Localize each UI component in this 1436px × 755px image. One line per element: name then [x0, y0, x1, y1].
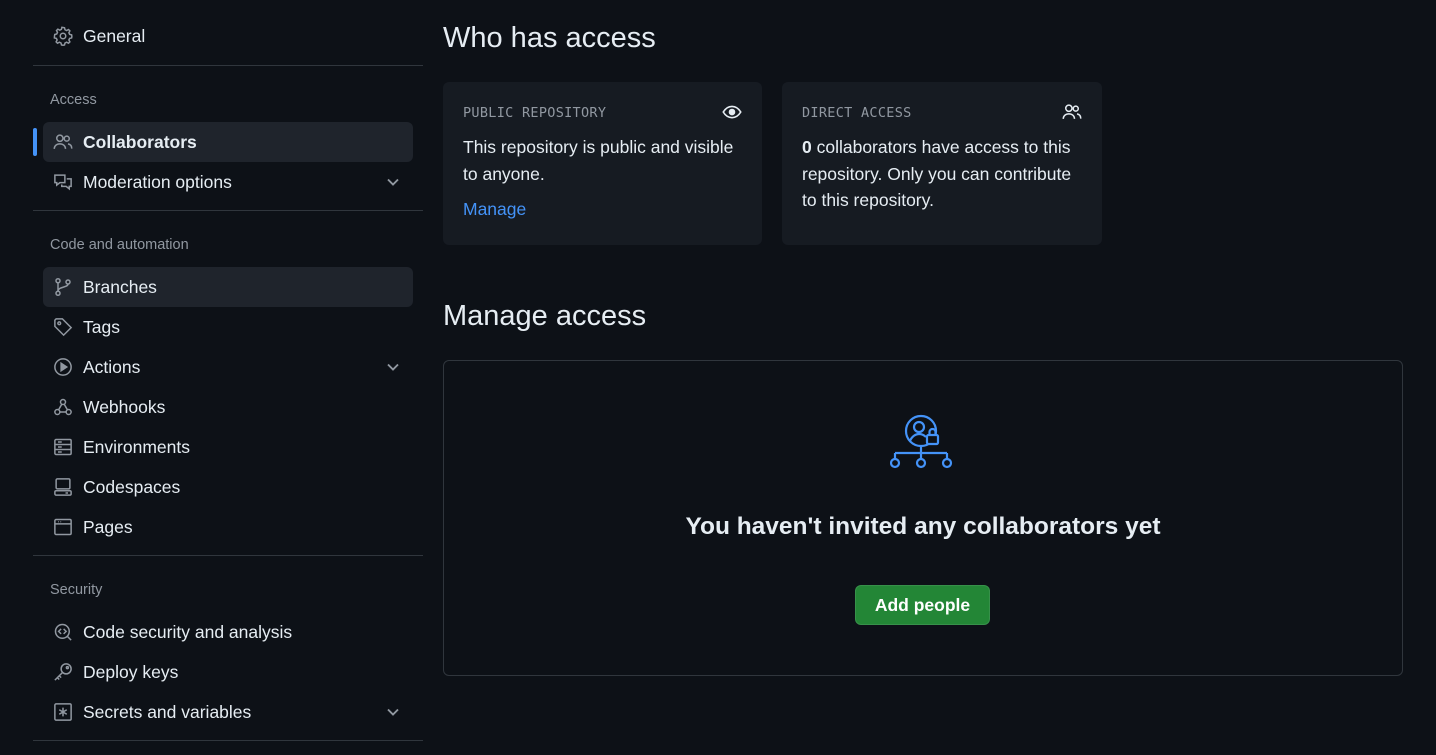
settings-page: General Access Collaborators Moderation … [0, 0, 1436, 755]
card-description: 0 collaborators have access to this repo… [802, 134, 1082, 214]
sidebar-item-codespaces[interactable]: Codespaces [43, 467, 413, 507]
sidebar-item-actions[interactable]: Actions [43, 347, 413, 387]
sidebar-item-label: Codespaces [83, 476, 181, 497]
sidebar-item-label: Collaborators [83, 131, 197, 152]
webhook-icon [53, 397, 73, 417]
sidebar-group-heading-security: Security [50, 582, 103, 598]
codespaces-icon [53, 477, 73, 497]
sidebar-item-label: Webhooks [83, 396, 166, 417]
add-people-button[interactable]: Add people [855, 585, 990, 625]
sidebar-item-label: Actions [83, 356, 141, 377]
gear-icon [53, 26, 73, 46]
blankslate-title: You haven't invited any collaborators ye… [685, 513, 1161, 540]
sidebar-item-secrets-variables[interactable]: Secrets and variables [43, 692, 413, 732]
git-branch-icon [53, 277, 73, 297]
chevron-down-icon[interactable] [383, 357, 403, 377]
sidebar-item-label: Tags [83, 316, 120, 337]
sidebar-item-pages[interactable]: Pages [43, 507, 413, 547]
card-description: This repository is public and visible to… [463, 137, 734, 184]
sidebar-item-general[interactable]: General [43, 16, 413, 56]
manage-access-blankslate: You haven't invited any collaborators ye… [443, 360, 1403, 676]
manage-link[interactable]: Manage [463, 199, 526, 220]
sidebar-item-branches[interactable]: Branches [43, 267, 413, 307]
sidebar-item-moderation-options[interactable]: Moderation options [43, 162, 413, 202]
who-has-access-heading: Who has access [443, 22, 656, 54]
chevron-down-icon[interactable] [383, 172, 403, 192]
play-icon [53, 357, 73, 377]
server-icon [53, 437, 73, 457]
sidebar-item-label: Code security and analysis [83, 621, 293, 642]
card-label: DIRECT ACCESS [802, 105, 912, 121]
key-icon [53, 662, 73, 682]
card-label: PUBLIC REPOSITORY [463, 105, 607, 121]
sidebar-divider [33, 740, 423, 741]
people-icon [1062, 102, 1082, 122]
sidebar-item-label: Deploy keys [83, 661, 179, 682]
sidebar-divider [33, 210, 423, 211]
sidebar-item-environments[interactable]: Environments [43, 427, 413, 467]
public-repository-card: PUBLIC REPOSITORY This repository is pub… [443, 82, 762, 245]
sidebar-item-label: General [83, 25, 146, 46]
eye-icon [722, 102, 742, 122]
sidebar-item-label: Pages [83, 516, 133, 537]
sidebar-item-label: Secrets and variables [83, 701, 252, 722]
direct-access-card: DIRECT ACCESS 0 collaborators have acces… [782, 82, 1102, 245]
sidebar-item-label: Environments [83, 436, 190, 457]
sidebar-divider [33, 65, 423, 66]
sidebar-item-tags[interactable]: Tags [43, 307, 413, 347]
collaborator-count: 0 [802, 137, 812, 157]
sidebar-item-label: Moderation options [83, 171, 232, 192]
chevron-down-icon[interactable] [383, 702, 403, 722]
collaborator-text: collaborators have access to this reposi… [802, 137, 1072, 210]
sidebar-group-heading-access: Access [50, 92, 97, 108]
browser-icon [53, 517, 73, 537]
sidebar-item-label: Branches [83, 276, 157, 297]
manage-access-heading: Manage access [443, 300, 647, 332]
sidebar-item-webhooks[interactable]: Webhooks [43, 387, 413, 427]
sidebar-group-heading-code-automation: Code and automation [50, 237, 189, 253]
sidebar-item-collaborators[interactable]: Collaborators [33, 122, 413, 162]
asterisk-icon [53, 702, 73, 722]
sidebar-divider [33, 555, 423, 556]
comment-discussion-icon [53, 172, 73, 192]
collaborators-lock-icon [889, 413, 954, 477]
people-icon [53, 132, 73, 152]
sidebar-item-code-security[interactable]: Code security and analysis [43, 612, 413, 652]
sidebar-item-deploy-keys[interactable]: Deploy keys [43, 652, 413, 692]
codescan-icon [53, 622, 73, 642]
tag-icon [53, 317, 73, 337]
